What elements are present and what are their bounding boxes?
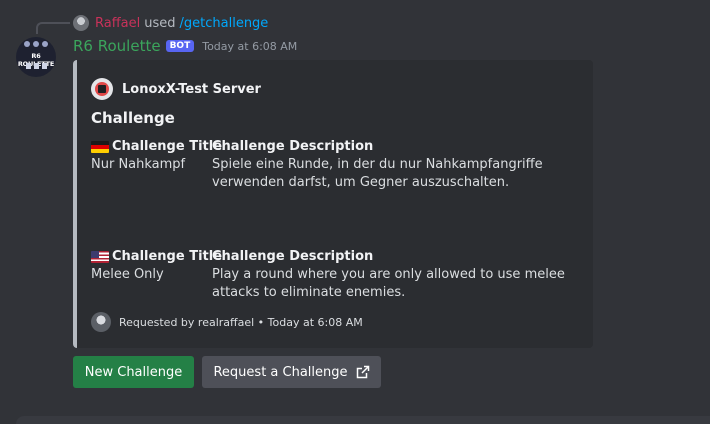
embed-title: Challenge bbox=[91, 109, 175, 127]
field-value: Play a round where you are only allowed … bbox=[212, 267, 565, 300]
embed-field-english-title: Challenge Title Melee Only bbox=[91, 248, 222, 284]
field-name: Challenge Title bbox=[112, 139, 223, 154]
reply-username[interactable]: Raffael bbox=[95, 16, 140, 31]
footer-avatar bbox=[91, 312, 111, 332]
reply-user-avatar[interactable] bbox=[73, 15, 89, 31]
flag-germany-icon bbox=[91, 141, 109, 153]
slash-command-link[interactable]: /getchallenge bbox=[180, 16, 269, 31]
reply-connector-line bbox=[36, 22, 70, 34]
field-name: Challenge Title bbox=[112, 249, 223, 264]
footer-text: Requested by realraffael • Today at 6:08… bbox=[119, 315, 363, 329]
server-icon bbox=[91, 78, 113, 100]
external-link-icon bbox=[356, 365, 369, 379]
request-challenge-label: Request a Challenge bbox=[213, 364, 348, 380]
embed-footer: Requested by realraffael • Today at 6:08… bbox=[91, 312, 363, 332]
bot-username[interactable]: R6 Roulette bbox=[73, 37, 161, 55]
avatar-operator-icons bbox=[22, 41, 50, 49]
field-value: Melee Only bbox=[91, 267, 164, 282]
request-challenge-button[interactable]: Request a Challenge bbox=[202, 356, 381, 388]
bot-avatar[interactable]: R6 ROULETTE bbox=[16, 37, 56, 77]
embed-field-german-title: Challenge Title Nur Nahkampf bbox=[91, 138, 222, 174]
embed-field-english-description: Challenge Description Play a round where… bbox=[212, 248, 592, 302]
message-header: R6 Roulette BOT Today at 6:08 AM bbox=[73, 36, 297, 56]
embed-author: LonoxX-Test Server bbox=[91, 78, 261, 100]
new-challenge-label: New Challenge bbox=[84, 364, 183, 380]
embed-field-german-description: Challenge Description Spiele eine Runde,… bbox=[212, 138, 592, 192]
field-name: Challenge Description bbox=[212, 139, 374, 154]
embed-author-name: LonoxX-Test Server bbox=[122, 81, 261, 97]
challenge-embed: LonoxX-Test Server Challenge Challenge T… bbox=[73, 60, 593, 348]
discord-message-view: Raffael used /getchallenge R6 ROULETTE R… bbox=[0, 0, 710, 424]
field-name: Challenge Description bbox=[212, 249, 374, 264]
field-value: Spiele eine Runde, in der du nur Nahkamp… bbox=[212, 157, 543, 190]
field-value: Nur Nahkampf bbox=[91, 157, 186, 172]
command-reply-context[interactable]: Raffael used /getchallenge bbox=[73, 14, 268, 32]
flag-usa-icon bbox=[91, 251, 109, 263]
new-challenge-button[interactable]: New Challenge bbox=[73, 356, 194, 388]
reply-used-label: used bbox=[144, 15, 176, 31]
bot-badge: BOT bbox=[165, 40, 195, 52]
avatar-operator-icons-bottom bbox=[24, 63, 48, 71]
message-input-bar[interactable] bbox=[16, 416, 710, 424]
message-timestamp[interactable]: Today at 6:08 AM bbox=[202, 40, 297, 53]
